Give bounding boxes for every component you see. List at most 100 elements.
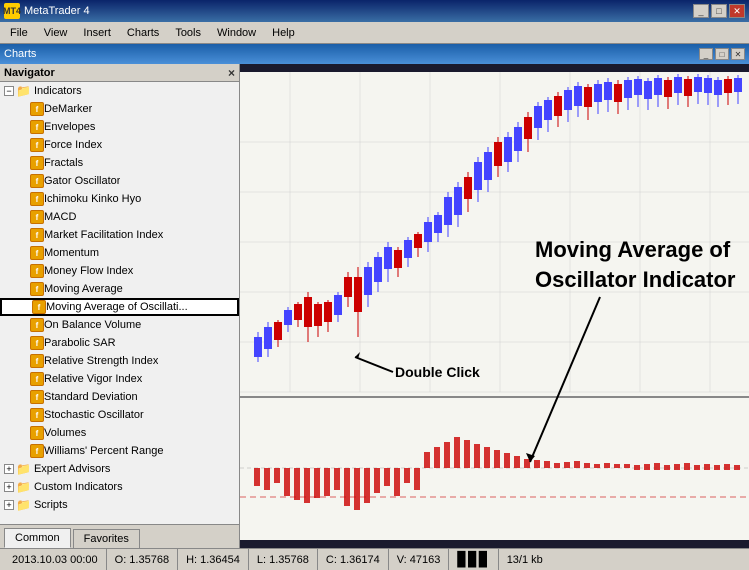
tab-favorites[interactable]: Favorites xyxy=(73,529,140,548)
scripts-section[interactable]: + 📁 Scripts xyxy=(0,496,239,514)
item-label: Parabolic SAR xyxy=(44,337,116,349)
scripts-folder-icon: 📁 xyxy=(16,498,31,512)
moving-average-oscillator-item[interactable]: f Moving Average of Oscillati... xyxy=(0,298,239,316)
item-label: Volumes xyxy=(44,427,86,439)
indicator-icon: f xyxy=(30,102,44,116)
indicator-icon: f xyxy=(30,228,44,242)
tab-common[interactable]: Common xyxy=(4,528,71,548)
list-item[interactable]: f Relative Strength Index xyxy=(0,352,239,370)
item-label: MACD xyxy=(44,211,76,223)
indicators-folder-icon: 📁 xyxy=(16,84,31,98)
indicator-icon: f xyxy=(30,336,44,350)
indicators-expand-icon[interactable]: − xyxy=(4,86,14,96)
status-close: C: 1.36174 xyxy=(318,549,389,570)
scripts-expand-icon[interactable]: + xyxy=(4,500,14,510)
main-content: Navigator × − 📁 Indicators f DeMarker f … xyxy=(0,64,749,548)
chart-area: Double Click Moving Average of Oscillato… xyxy=(240,64,749,548)
item-label: Envelopes xyxy=(44,121,95,133)
indicator-icon: f xyxy=(30,282,44,296)
expert-folder-icon: 📁 xyxy=(16,462,31,476)
indicator-icon: f xyxy=(30,354,44,368)
indicator-icon: f xyxy=(30,372,44,386)
item-label: Williams' Percent Range xyxy=(44,445,163,457)
scripts-label: Scripts xyxy=(34,499,68,511)
list-item[interactable]: f Money Flow Index xyxy=(0,262,239,280)
indicator-icon: f xyxy=(32,300,46,314)
item-label: Gator Oscillator xyxy=(44,175,120,187)
list-item[interactable]: f Williams' Percent Range xyxy=(0,442,239,460)
custom-indicators-section[interactable]: + 📁 Custom Indicators xyxy=(0,478,239,496)
menu-bar: File View Insert Charts Tools Window Hel… xyxy=(0,22,749,44)
item-label: Moving Average xyxy=(44,283,123,295)
indicators-label: Indicators xyxy=(34,85,82,97)
list-item[interactable]: f Stochastic Oscillator xyxy=(0,406,239,424)
high-value: H: 1.36454 xyxy=(186,554,240,566)
inner-title-bar: Charts _ □ ✕ xyxy=(0,44,749,64)
low-value: L: 1.35768 xyxy=(257,554,309,566)
datetime-value: 2013.10.03 00:00 xyxy=(12,554,98,566)
inner-close-button[interactable]: ✕ xyxy=(731,48,745,60)
list-item[interactable]: f Fractals xyxy=(0,154,239,172)
indicator-icon: f xyxy=(30,426,44,440)
list-item[interactable]: f MACD xyxy=(0,208,239,226)
list-item[interactable]: f Relative Vigor Index xyxy=(0,370,239,388)
indicators-section[interactable]: − 📁 Indicators xyxy=(0,82,239,100)
inner-maximize-button[interactable]: □ xyxy=(715,48,729,60)
expert-advisors-section[interactable]: + 📁 Expert Advisors xyxy=(0,460,239,478)
navigator-header: Navigator × xyxy=(0,64,239,82)
status-datetime: 2013.10.03 00:00 xyxy=(4,549,107,570)
list-item[interactable]: f DeMarker xyxy=(0,100,239,118)
minimize-button[interactable]: _ xyxy=(693,4,709,18)
annotation-text: Moving Average of xyxy=(535,237,731,262)
indicator-icon: f xyxy=(30,264,44,278)
custom-folder-icon: 📁 xyxy=(16,480,31,494)
menu-tools[interactable]: Tools xyxy=(167,25,209,41)
custom-expand-icon[interactable]: + xyxy=(4,482,14,492)
maximize-button[interactable]: □ xyxy=(711,4,727,18)
item-label: Force Index xyxy=(44,139,102,151)
navigator-close-button[interactable]: × xyxy=(228,66,235,80)
list-item[interactable]: f Force Index xyxy=(0,136,239,154)
status-volume: V: 47163 xyxy=(389,549,450,570)
expert-advisors-label: Expert Advisors xyxy=(34,463,110,475)
indicator-icon: f xyxy=(30,246,44,260)
item-label: Relative Vigor Index xyxy=(44,373,142,385)
item-label: Relative Strength Index xyxy=(44,355,158,367)
indicator-icon: f xyxy=(30,120,44,134)
list-item[interactable]: f Momentum xyxy=(0,244,239,262)
list-item[interactable]: f Volumes xyxy=(0,424,239,442)
indicator-icon: f xyxy=(30,138,44,152)
list-item[interactable]: f Gator Oscillator xyxy=(0,172,239,190)
custom-indicators-label: Custom Indicators xyxy=(34,481,123,493)
item-label: Stochastic Oscillator xyxy=(44,409,144,421)
item-label: Market Facilitation Index xyxy=(44,229,163,241)
navigator-panel: Navigator × − 📁 Indicators f DeMarker f … xyxy=(0,64,240,548)
list-item[interactable]: f Standard Deviation xyxy=(0,388,239,406)
indicator-icon: f xyxy=(30,408,44,422)
status-low: L: 1.35768 xyxy=(249,549,318,570)
inner-minimize-button[interactable]: _ xyxy=(699,48,713,60)
expert-expand-icon[interactable]: + xyxy=(4,464,14,474)
item-label: Ichimoku Kinko Hyo xyxy=(44,193,141,205)
menu-window[interactable]: Window xyxy=(209,25,264,41)
tree-container[interactable]: − 📁 Indicators f DeMarker f Envelopes f … xyxy=(0,82,239,524)
list-item[interactable]: f Envelopes xyxy=(0,118,239,136)
menu-view[interactable]: View xyxy=(36,25,76,41)
indicator-icon: f xyxy=(30,210,44,224)
item-label: Money Flow Index xyxy=(44,265,133,277)
menu-insert[interactable]: Insert xyxy=(75,25,119,41)
status-bar: 2013.10.03 00:00 O: 1.35768 H: 1.36454 L… xyxy=(0,548,749,570)
navigator-title: Navigator xyxy=(4,67,55,79)
list-item[interactable]: f Moving Average xyxy=(0,280,239,298)
indicator-icon: f xyxy=(30,174,44,188)
menu-help[interactable]: Help xyxy=(264,25,303,41)
list-item[interactable]: f On Balance Volume xyxy=(0,316,239,334)
chart-svg: Double Click Moving Average of Oscillato… xyxy=(240,64,749,548)
list-item[interactable]: f Ichimoku Kinko Hyo xyxy=(0,190,239,208)
list-item[interactable]: f Market Facilitation Index xyxy=(0,226,239,244)
list-item[interactable]: f Parabolic SAR xyxy=(0,334,239,352)
close-button[interactable]: ✕ xyxy=(729,4,745,18)
menu-charts[interactable]: Charts xyxy=(119,25,167,41)
double-click-label: Double Click xyxy=(395,364,480,380)
menu-file[interactable]: File xyxy=(2,25,36,41)
